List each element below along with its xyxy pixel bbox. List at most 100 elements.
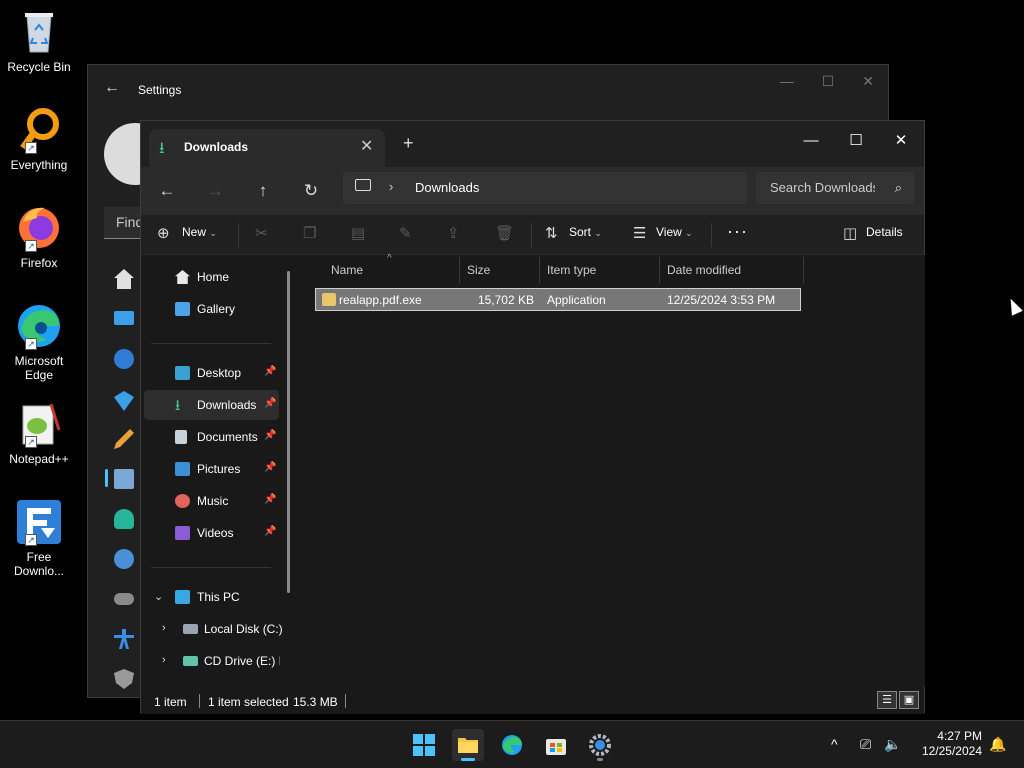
pin-icon[interactable]: 📌 bbox=[264, 462, 276, 473]
details-pane-icon[interactable]: ◫ bbox=[843, 224, 857, 242]
gaming-icon[interactable] bbox=[114, 593, 134, 605]
personalization-icon[interactable] bbox=[114, 429, 134, 449]
pin-icon[interactable]: 📌 bbox=[264, 526, 276, 537]
nav-item-local-disk[interactable]: › Local Disk (C:) bbox=[144, 614, 283, 644]
desktop-icon-everything[interactable]: ↗ Everything bbox=[2, 106, 76, 172]
more-options-icon[interactable]: ··· bbox=[727, 221, 748, 242]
taskbar-settings[interactable] bbox=[584, 729, 616, 761]
large-icons-view-icon[interactable]: ▣ bbox=[899, 691, 919, 709]
search-icon[interactable]: ⌕ bbox=[895, 180, 902, 196]
nav-item-documents[interactable]: Documents 📌 bbox=[144, 422, 279, 452]
nav-item-pictures[interactable]: Pictures 📌 bbox=[144, 454, 279, 484]
pin-icon[interactable]: 📌 bbox=[264, 398, 276, 409]
desktop-icon-edge[interactable]: ↗ Microsoft Edge bbox=[2, 302, 76, 382]
nav-item-desktop[interactable]: Desktop 📌 bbox=[144, 358, 279, 388]
nav-item-music[interactable]: Music 📌 bbox=[144, 486, 279, 516]
column-header-name[interactable]: Name bbox=[331, 263, 363, 285]
close-icon[interactable]: ✕ bbox=[883, 127, 919, 155]
column-divider[interactable] bbox=[539, 257, 540, 283]
details-button[interactable]: Details bbox=[866, 225, 903, 239]
time-language-icon[interactable] bbox=[114, 549, 134, 569]
sort-icon[interactable]: ⇅ bbox=[545, 224, 558, 242]
minimize-icon[interactable]: — bbox=[780, 73, 794, 90]
cut-icon[interactable]: ✂ bbox=[255, 224, 268, 242]
clock[interactable]: 4:27 PM 12/25/2024 bbox=[908, 729, 982, 759]
start-button[interactable] bbox=[408, 729, 440, 761]
drive-icon bbox=[183, 624, 198, 634]
pin-icon[interactable]: 📌 bbox=[264, 494, 276, 505]
nav-scrollbar[interactable] bbox=[287, 271, 290, 593]
chevron-down-icon[interactable]: ⌄ bbox=[154, 590, 163, 603]
search-input[interactable]: Search Downloads ⌕ bbox=[756, 172, 914, 204]
chevron-right-icon[interactable]: › bbox=[162, 622, 166, 634]
desktop-icon-firefox[interactable]: ↗ Firefox bbox=[2, 204, 76, 270]
nav-item-videos[interactable]: Videos 📌 bbox=[144, 518, 279, 548]
address-bar[interactable]: › Downloads bbox=[343, 172, 747, 204]
bluetooth-icon[interactable] bbox=[114, 349, 134, 369]
apps-icon[interactable] bbox=[114, 469, 134, 489]
up-icon[interactable]: ↑ bbox=[249, 177, 277, 205]
details-view-icon[interactable]: ☰ bbox=[877, 691, 897, 709]
breadcrumb-downloads[interactable]: Downloads bbox=[415, 180, 479, 195]
volume-icon[interactable]: 🔈 bbox=[884, 736, 901, 753]
new-plus-icon[interactable]: ⊕ bbox=[157, 224, 170, 242]
taskbar-edge[interactable] bbox=[496, 729, 528, 761]
show-hidden-icons-chevron-icon[interactable]: ^ bbox=[831, 736, 838, 752]
accessibility-icon[interactable] bbox=[114, 629, 134, 649]
nav-item-home[interactable]: Home bbox=[144, 262, 279, 292]
tab-downloads[interactable]: ⭳ Downloads ✕ bbox=[149, 129, 385, 167]
column-divider[interactable] bbox=[659, 257, 660, 283]
maximize-icon[interactable]: ☐ bbox=[822, 73, 835, 90]
view-icon[interactable]: ☰ bbox=[633, 224, 646, 242]
chevron-right-icon[interactable]: › bbox=[162, 654, 166, 666]
taskbar-store[interactable] bbox=[540, 729, 572, 761]
explorer-tabbar[interactable]: ⭳ Downloads ✕ + — ☐ ✕ bbox=[141, 121, 924, 167]
taskbar-file-explorer[interactable] bbox=[452, 729, 484, 761]
view-button[interactable]: View ⌄ bbox=[656, 225, 693, 239]
new-button[interactable]: New ⌄ bbox=[182, 225, 217, 239]
desktop-icon-notepadpp[interactable]: ↗ Notepad++ bbox=[2, 400, 76, 466]
share-icon[interactable]: ⇪ bbox=[447, 224, 460, 242]
breadcrumb-chevron-icon[interactable]: › bbox=[389, 179, 393, 194]
rename-icon[interactable]: ✎ bbox=[399, 224, 412, 242]
network-icon[interactable] bbox=[114, 391, 134, 411]
column-divider[interactable] bbox=[803, 257, 804, 283]
pin-icon[interactable]: 📌 bbox=[264, 366, 276, 377]
nav-item-this-pc[interactable]: ⌄ This PC bbox=[144, 582, 279, 612]
nav-item-gallery[interactable]: Gallery bbox=[144, 294, 279, 324]
command-bar: ⊕ New ⌄ ✂ ❐ ▤ ✎ ⇪ 🗑 ⇅ Sort ⌄ ☰ View ⌄ ··… bbox=[141, 215, 924, 255]
file-explorer-window[interactable]: ⭳ Downloads ✕ + — ☐ ✕ ← → ↑ ↻ › Download… bbox=[140, 120, 925, 714]
new-tab-icon[interactable]: + bbox=[403, 133, 414, 154]
column-header-size[interactable]: Size bbox=[467, 263, 490, 285]
column-header-type[interactable]: Item type bbox=[547, 263, 596, 285]
nav-item-cd-drive[interactable]: › CD Drive (E:) IF bbox=[144, 646, 280, 676]
table-row[interactable]: realapp.pdf.exe 15,702 KB Application 12… bbox=[315, 288, 801, 311]
back-arrow-icon[interactable]: ← bbox=[104, 79, 120, 97]
desktop-icon-free-download[interactable]: ↗ Free Downlo... bbox=[2, 498, 76, 578]
refresh-icon[interactable]: ↻ bbox=[297, 177, 325, 205]
network-icon[interactable]: ⎚ bbox=[860, 736, 871, 753]
pin-icon[interactable]: 📌 bbox=[264, 430, 276, 441]
close-icon[interactable]: ✕ bbox=[862, 73, 874, 90]
back-icon[interactable]: ← bbox=[153, 177, 181, 205]
shortcut-arrow-icon: ↗ bbox=[25, 436, 37, 448]
copy-icon[interactable]: ❐ bbox=[303, 224, 316, 242]
maximize-icon[interactable]: ☐ bbox=[838, 127, 874, 155]
forward-icon[interactable]: → bbox=[201, 177, 229, 205]
desktop-icon-recycle-bin[interactable]: Recycle Bin bbox=[2, 8, 76, 74]
settings-titlebar[interactable]: ← Settings — ☐ ✕ bbox=[88, 65, 888, 115]
nav-item-downloads[interactable]: ⭳ Downloads 📌 bbox=[144, 390, 279, 420]
column-divider[interactable] bbox=[459, 257, 460, 283]
notification-bell-icon[interactable]: 🔔 bbox=[989, 736, 1006, 753]
system-icon[interactable] bbox=[114, 311, 134, 325]
paste-icon[interactable]: ▤ bbox=[351, 224, 365, 242]
everything-icon: ↗ bbox=[15, 106, 63, 154]
minimize-icon[interactable]: — bbox=[793, 127, 829, 155]
delete-icon[interactable]: 🗑 bbox=[495, 224, 514, 242]
sort-button[interactable]: Sort ⌄ bbox=[569, 225, 602, 239]
privacy-shield-icon[interactable] bbox=[114, 669, 134, 689]
tab-close-icon[interactable]: ✕ bbox=[360, 136, 373, 156]
column-header-modified[interactable]: Date modified bbox=[667, 263, 741, 285]
home-icon[interactable] bbox=[114, 269, 134, 289]
accounts-icon[interactable] bbox=[114, 509, 134, 529]
